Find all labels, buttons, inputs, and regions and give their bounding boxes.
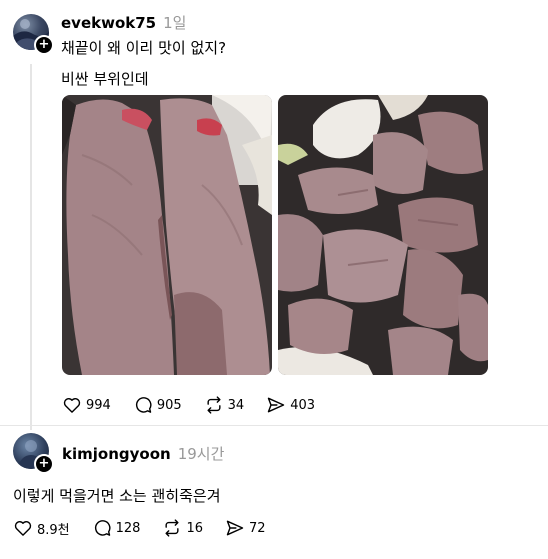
comment-reply-button[interactable]: 128 [92,518,141,538]
send-arrow-icon [267,397,285,413]
repost-count: 34 [227,397,245,413]
thread-line [30,64,32,430]
comment-username[interactable]: kimjongyoon [62,445,171,463]
comment-timestamp: 19시간 [177,445,225,463]
comment-like-count: 8.9천 [37,522,70,538]
post-subtext: 비싼 부위인데 [61,70,149,88]
post-header: evekwok75 1일 [61,12,186,33]
repost-arrows-icon [165,519,180,537]
comment-follow-plus-icon[interactable]: + [34,454,54,474]
post-text: 채끝이 왜 이리 맛이 없지? [61,39,227,57]
post-username[interactable]: evekwok75 [61,14,156,32]
send-arrow-icon [226,520,244,536]
comment-share-count: 72 [249,520,266,536]
comment-button[interactable]: 905 [133,395,182,415]
share-button[interactable]: 403 [266,395,315,415]
speech-bubble-icon [135,397,152,413]
post-image-1[interactable] [62,95,272,375]
heart-icon [63,398,81,413]
post-divider [0,425,548,426]
repost-arrows-icon [207,396,221,414]
follow-plus-icon[interactable]: + [34,35,54,55]
comment-header: kimjongyoon 19시간 [62,443,224,464]
comment-actions: 8.9천 128 16 72 [13,518,288,538]
like-button[interactable]: 994 [62,395,111,415]
post-actions: 994 905 34 403 [62,395,337,415]
heart-icon [14,521,32,536]
share-count: 403 [290,397,316,413]
post-image-2[interactable] [278,95,488,375]
comment-text: 이렇게 먹을거면 소는 괜히죽은겨 [13,487,221,505]
comment-share-button[interactable]: 72 [225,518,266,538]
comment-like-button[interactable]: 8.9천 [13,518,70,538]
speech-bubble-icon [94,520,111,536]
comment-repost-count: 16 [186,520,204,536]
comment-count: 905 [156,397,182,413]
comment-reply-count: 128 [115,520,141,536]
like-count: 994 [86,397,111,413]
comment-repost-button[interactable]: 16 [162,518,203,538]
repost-button[interactable]: 34 [204,395,245,415]
post-timestamp: 1일 [163,14,187,32]
